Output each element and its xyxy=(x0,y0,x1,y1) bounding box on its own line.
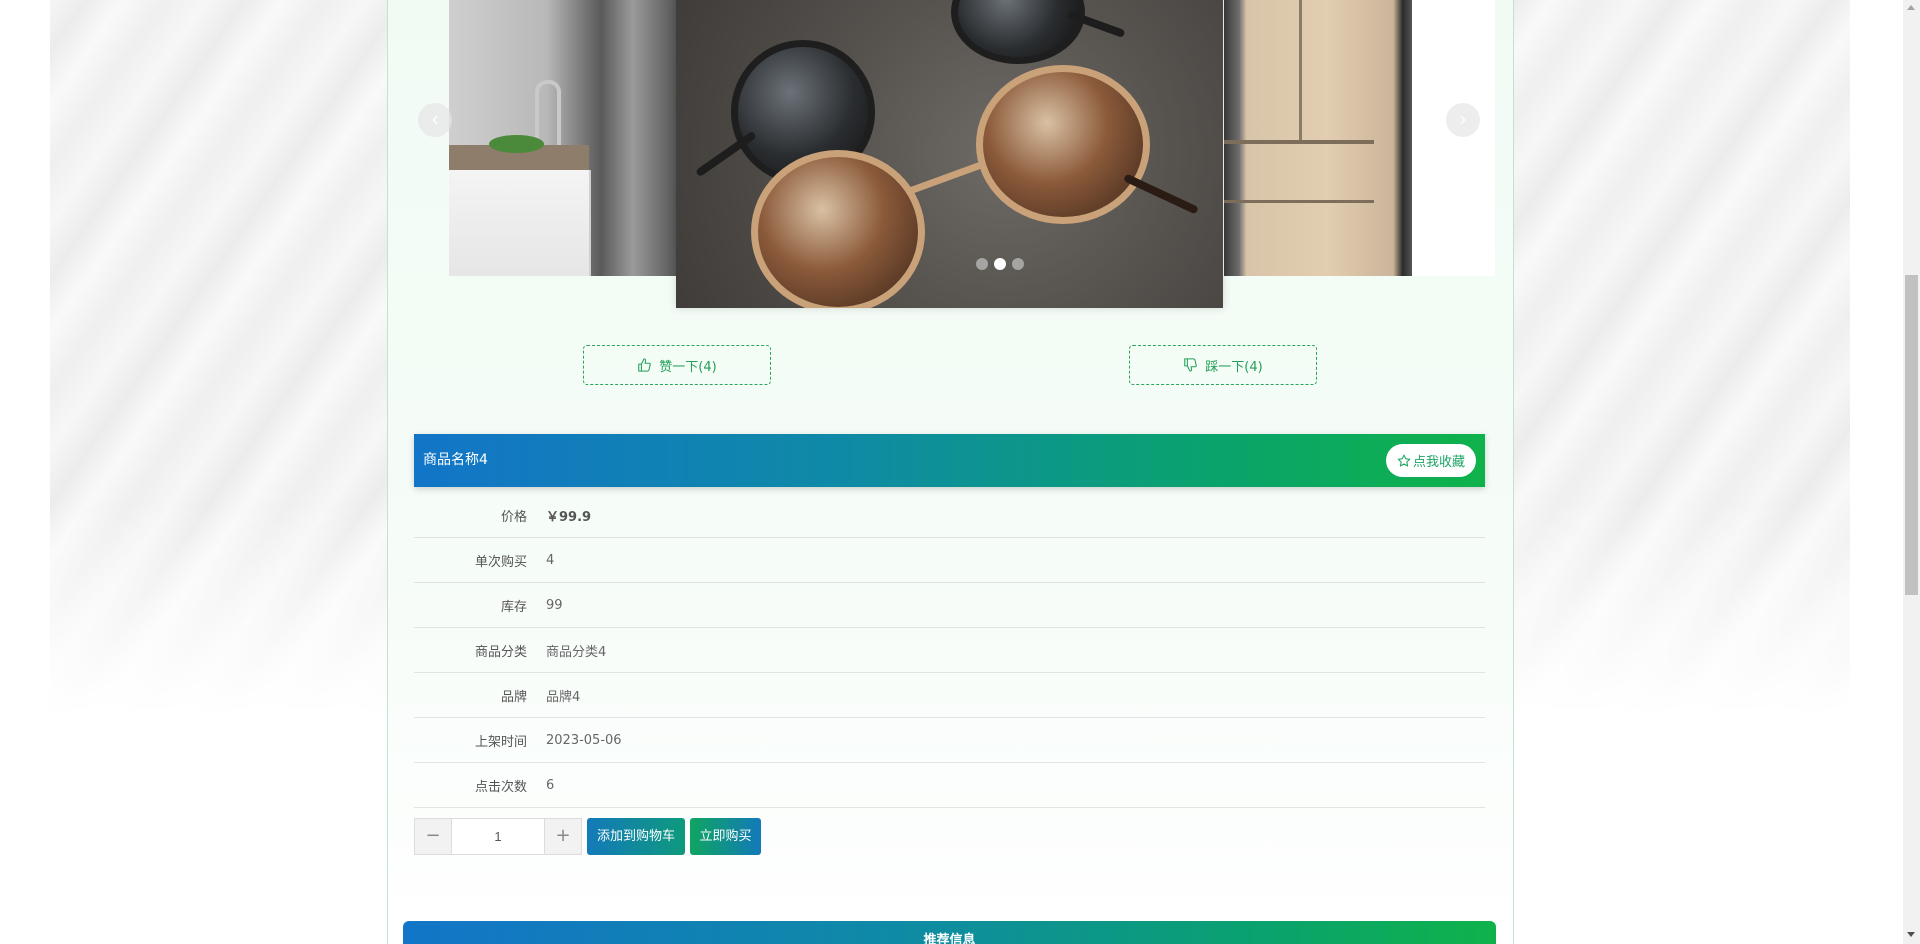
favorite-button[interactable]: 点我收藏 xyxy=(1385,444,1476,477)
info-row-stock: 库存 99 xyxy=(414,583,1485,628)
quantity-decrement-button[interactable]: − xyxy=(414,818,452,855)
sunglasses-lens-gold-left xyxy=(751,150,925,308)
quantity-stepper: − + xyxy=(414,818,582,855)
info-label: 上架时间 xyxy=(474,734,527,750)
info-row-brand: 品牌 品牌4 xyxy=(414,673,1485,718)
thumbs-up-icon xyxy=(638,358,652,372)
quantity-input[interactable] xyxy=(452,818,544,855)
info-value-price: ￥99.9 xyxy=(546,509,592,525)
fridge-door-line xyxy=(1299,0,1302,140)
scroll-down-icon[interactable] xyxy=(1907,932,1915,937)
like-button[interactable]: 赞一下(4) xyxy=(583,345,771,385)
like-button-label: 赞一下(4) xyxy=(659,359,717,375)
info-row-category: 商品分类 商品分类4 xyxy=(414,628,1485,673)
star-icon xyxy=(1397,454,1411,467)
info-label: 点击次数 xyxy=(474,779,527,795)
sunglasses-temple-gold xyxy=(1123,173,1199,215)
info-label: 价格 xyxy=(500,509,527,525)
sunglasses-lens-dark-right xyxy=(951,0,1085,64)
quantity-increment-button[interactable]: + xyxy=(544,818,582,855)
info-value: 4 xyxy=(546,552,555,568)
favorite-button-label: 点我收藏 xyxy=(1412,455,1465,470)
info-value: 品牌4 xyxy=(546,689,581,705)
carousel-slide-sunglasses[interactable] xyxy=(676,0,1223,308)
carousel-slide-kitchen xyxy=(449,0,694,276)
buy-now-button[interactable]: 立即购买 xyxy=(690,818,761,855)
info-value: 6 xyxy=(546,777,555,793)
add-to-cart-button[interactable]: 添加到购物车 xyxy=(587,818,685,855)
product-header: 商品名称4 点我收藏 xyxy=(414,434,1485,487)
plant-image-detail xyxy=(489,135,544,153)
product-info-table: 价格 ￥99.9 单次购买 4 库存 99 商品分类 商品分类4 品牌 品牌4 … xyxy=(414,493,1485,808)
dislike-button-label: 踩一下(4) xyxy=(1205,359,1263,375)
info-label: 单次购买 xyxy=(474,554,527,570)
fridge-drawer-line xyxy=(1224,140,1374,144)
fridge-image-detail xyxy=(1224,0,1412,276)
info-value: 2023-05-06 xyxy=(546,732,622,748)
info-value: 商品分类4 xyxy=(546,644,607,660)
thumbs-down-icon xyxy=(1184,358,1198,372)
dislike-button[interactable]: 踩一下(4) xyxy=(1129,345,1317,385)
carousel-slide-fridge xyxy=(1224,0,1495,276)
product-image-carousel[interactable] xyxy=(449,0,1495,308)
info-row-listing-date: 上架时间 2023-05-06 xyxy=(414,718,1485,763)
page-scrollbar[interactable] xyxy=(1903,0,1920,944)
carousel-dot[interactable] xyxy=(1012,258,1024,270)
carousel-dot-active[interactable] xyxy=(994,258,1006,270)
fridge-drawer-line-2 xyxy=(1224,200,1374,203)
info-row-price: 价格 ￥99.9 xyxy=(414,493,1485,538)
scroll-up-icon[interactable] xyxy=(1907,5,1915,10)
info-row-single-purchase: 单次购买 4 xyxy=(414,538,1485,583)
cabinet-image-detail xyxy=(449,170,591,276)
product-name: 商品名称4 xyxy=(423,452,488,468)
recommend-section-header: 推荐信息 xyxy=(403,921,1496,944)
carousel-indicators xyxy=(976,258,1024,270)
info-row-clicks: 点击次数 6 xyxy=(414,763,1485,808)
sunglasses-lens-gold-right xyxy=(976,65,1150,224)
carousel-prev-button[interactable]: ‹ xyxy=(418,103,452,137)
info-label: 品牌 xyxy=(500,689,527,705)
scrollbar-thumb[interactable] xyxy=(1905,275,1918,595)
carousel-dot[interactable] xyxy=(976,258,988,270)
info-label: 商品分类 xyxy=(474,644,527,660)
info-value: 99 xyxy=(546,597,563,613)
carousel-next-button[interactable]: › xyxy=(1446,103,1480,137)
info-label: 库存 xyxy=(500,599,527,615)
sunglasses-bridge xyxy=(905,161,983,196)
